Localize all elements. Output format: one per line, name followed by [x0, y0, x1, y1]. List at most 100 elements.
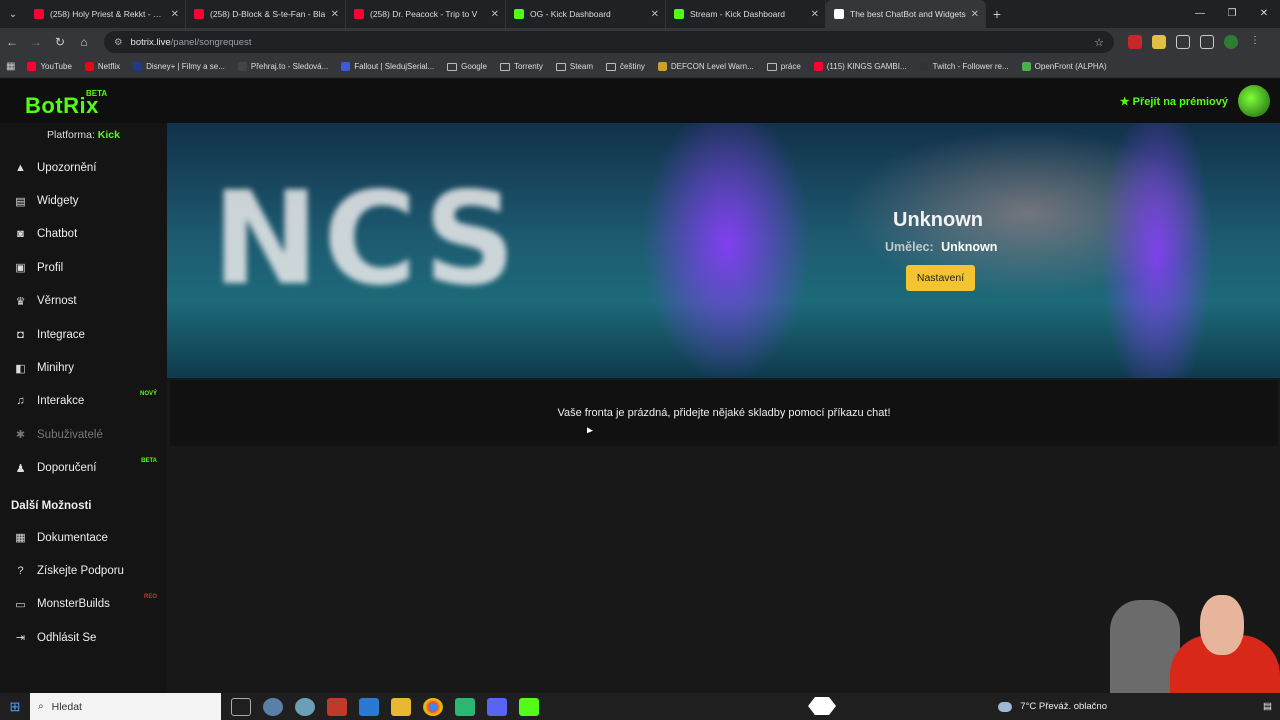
app-icon[interactable] [295, 697, 315, 716]
profile-icon[interactable] [1224, 35, 1238, 49]
sidebar-item-integrace[interactable]: ◘ Integrace [0, 318, 167, 351]
sidebar-item-chatbot[interactable]: ◙ Chatbot [0, 218, 167, 251]
chrome-icon[interactable] [423, 697, 443, 716]
tab-title: OG - Kick Dashboard [530, 9, 611, 19]
kick-icon[interactable] [519, 697, 539, 716]
browser-tab[interactable]: (258) Holy Priest & Rekkt - DOI ✕ [26, 0, 186, 28]
address-bar[interactable]: ⚙ botrix.live /panel/songrequest ☆ [104, 31, 1114, 53]
apps-grid-icon[interactable]: ▦ [6, 61, 15, 72]
bookmark-item[interactable]: Google [447, 62, 487, 71]
minimize-icon[interactable]: — [1184, 0, 1216, 28]
forward-icon[interactable]: → [24, 35, 48, 49]
app-icon[interactable] [327, 697, 347, 716]
reload-icon[interactable]: ↻ [48, 35, 72, 49]
bookmark-item[interactable]: Fallout | SledujSerial... [341, 62, 434, 71]
extension-icon[interactable] [1128, 35, 1142, 49]
sidebar-item-label: MonsterBuilds [37, 598, 110, 611]
notification-icon[interactable]: ▤ [1263, 701, 1272, 712]
settings-button[interactable]: Nastavení [906, 265, 975, 291]
sidebar: Platforma: Kick ▲ Upozornění ▤ Widgety ◙ Chat… [0, 123, 167, 693]
bookmark-label: Fallout | SledujSerial... [354, 62, 435, 71]
bookmark-item[interactable]: Twitch - Follower re... [919, 62, 1009, 71]
close-tab-icon[interactable]: ✕ [331, 9, 339, 20]
tab-favicon-icon [674, 9, 684, 19]
sidebar-item-badge: BETA [141, 457, 157, 464]
user-avatar[interactable] [1238, 85, 1270, 117]
bookmark-item[interactable]: DEFCON Level Warn... [657, 62, 754, 71]
back-icon[interactable]: ← [0, 35, 24, 49]
sidebar-item-subuzivatele[interactable]: ✱ Subuživatelé [0, 418, 167, 451]
menu-dots-icon[interactable]: ⋮ [1248, 35, 1262, 49]
bookmark-item[interactable]: Torrenty [499, 62, 543, 71]
close-tab-icon[interactable]: ✕ [171, 9, 179, 20]
webcam-overlay [1100, 585, 1280, 693]
close-tab-icon[interactable]: ✕ [811, 9, 819, 20]
sidebar-item-label: Dokumentace [37, 531, 108, 544]
tab-search-icon[interactable]: ⌄ [0, 0, 26, 28]
sidebar-item-upozorneni[interactable]: ▲ Upozornění [0, 151, 167, 184]
browser-tab[interactable]: (258) D-Block & S-te-Fan - Bla ✕ [186, 0, 346, 28]
extension-icon[interactable] [1152, 35, 1166, 49]
browser-tab[interactable]: (258) Dr. Peacock - Trip to V ✕ [346, 0, 506, 28]
bookmark-item[interactable]: Netflix [84, 62, 120, 71]
bookmark-item[interactable]: Steam [555, 62, 593, 71]
bookmark-item[interactable]: OpenFront (ALPHA) [1021, 62, 1107, 71]
close-tab-icon[interactable]: ✕ [651, 9, 659, 20]
extensions-area: ⋮ [1128, 35, 1262, 49]
bookmark-item[interactable]: (115) KINGS GAMBI... [813, 62, 907, 71]
browser-tab[interactable]: Stream - Kick Dashboard ✕ [666, 0, 826, 28]
integration-icon: ◘ [17, 328, 24, 341]
bookmark-favicon-icon [27, 62, 37, 71]
home-icon[interactable]: ⌂ [72, 35, 96, 49]
windows-start-icon[interactable]: ⊞ [0, 699, 30, 715]
puzzle-icon[interactable] [1176, 35, 1190, 49]
bookmark-label: Google [461, 62, 487, 71]
sidebar-item-doporuceni[interactable]: ♟ Doporučení BETA [0, 452, 167, 485]
bookmark-item[interactable]: práce [766, 62, 801, 71]
sidebar-item-odhlasit-se[interactable]: ⇥ Odhlásit Se [0, 621, 167, 654]
bookmark-star-icon[interactable]: ☆ [1094, 36, 1104, 49]
robot-icon: ◙ [17, 228, 24, 241]
browser-toolbar: ← → ↻ ⌂ ⚙ botrix.live /panel/songrequest… [0, 28, 1280, 56]
site-info-icon[interactable]: ⚙ [114, 37, 123, 48]
close-tab-icon[interactable]: ✕ [491, 9, 499, 20]
discord-icon[interactable] [487, 697, 507, 716]
weather-icon[interactable] [998, 701, 1013, 712]
sidebar-menu: ▲ Upozornění ▤ Widgety ◙ Chatbot ▣ Profil ♛ Věrno… [0, 151, 167, 485]
bookmark-item[interactable]: Přehraj.to - Sledová... [237, 62, 328, 71]
sidebar-item-interakce[interactable]: ♫ Interakce NOVÝ [0, 385, 167, 418]
folder-icon [606, 62, 616, 71]
taskbar-search-placeholder: Hledat [51, 700, 82, 713]
close-window-icon[interactable]: ✕ [1248, 0, 1280, 28]
bookmark-favicon-icon [133, 62, 143, 71]
bookmark-label: YouTube [40, 62, 72, 71]
bookmark-item[interactable]: YouTube [27, 62, 72, 71]
browser-tab[interactable]: The best ChatBot and Widgets ✕ [826, 0, 986, 28]
sidebar-item-dokumentace[interactable]: ▦ Dokumentace [0, 521, 167, 554]
taskbar-search[interactable]: ⌕ Hledat [30, 693, 221, 720]
bookmark-item[interactable]: češtiny [606, 62, 645, 71]
new-tab-button[interactable]: + [986, 6, 1008, 22]
file-explorer-icon[interactable] [391, 697, 411, 716]
bookmark-favicon-icon [237, 62, 247, 71]
bookmark-favicon-icon [84, 62, 94, 71]
browser-tab[interactable]: OG - Kick Dashboard ✕ [506, 0, 666, 28]
bookmark-item[interactable]: Disney+ | Filmy a se... [133, 62, 225, 71]
sidebar-item-minihry[interactable]: ◧ Minihry [0, 351, 167, 384]
media-icon[interactable] [1200, 35, 1214, 49]
sidebar-item-ziskejte-podporu[interactable]: ? Získejte Podporu [0, 554, 167, 587]
logout-icon: ⇥ [15, 632, 26, 645]
sidebar-item-widgety[interactable]: ▤ Widgety [0, 184, 167, 217]
sidebar-item-monsterbuilds[interactable]: ▭ MonsterBuilds REO [0, 588, 167, 621]
calculator-icon[interactable] [359, 697, 379, 716]
weather-text[interactable]: 7°C Převáž. oblačno [1020, 701, 1107, 712]
close-tab-icon[interactable]: ✕ [971, 9, 979, 20]
restore-icon[interactable]: ❐ [1216, 0, 1248, 28]
sidebar-item-profil[interactable]: ▣ Profil [0, 251, 167, 284]
task-view-icon[interactable] [231, 697, 251, 716]
premium-link[interactable]: ★ Přejít na prémiový [1120, 95, 1228, 108]
sidebar-item-vernost[interactable]: ♛ Věrnost [0, 285, 167, 318]
app-icon[interactable] [263, 697, 283, 716]
app-icon[interactable] [455, 697, 475, 716]
sidebar-item-label: Odhlásit Se [37, 631, 97, 644]
